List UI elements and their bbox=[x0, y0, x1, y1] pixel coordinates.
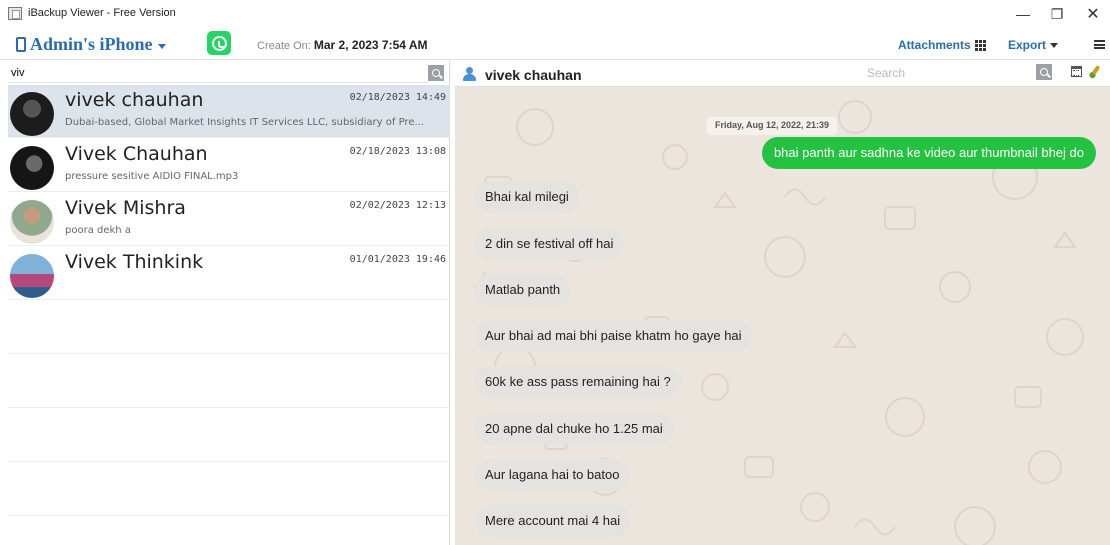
export-button[interactable]: Export bbox=[1008, 38, 1059, 52]
attachments-label: Attachments bbox=[898, 38, 971, 52]
title-bar: iBackup Viewer - Free Version — ❐ ✕ bbox=[0, 0, 1110, 28]
chat-header: vivek chauhan bbox=[455, 61, 1110, 87]
date-separator: Friday, Aug 12, 2022, 21:39 bbox=[707, 117, 838, 135]
phone-icon bbox=[16, 37, 26, 52]
message-incoming: 20 apne dal chuke ho 1.25 mai bbox=[475, 413, 673, 445]
hamburger-menu-icon[interactable] bbox=[1094, 40, 1105, 49]
search-button[interactable] bbox=[428, 65, 444, 81]
create-on-label: Create On: bbox=[257, 40, 311, 52]
contact-row[interactable]: Vivek Mishra 02/02/2023 12:13 poora dekh… bbox=[8, 193, 450, 246]
empty-row bbox=[8, 301, 450, 354]
chat-search-input[interactable] bbox=[863, 64, 1033, 82]
minimize-button[interactable]: — bbox=[1006, 0, 1040, 28]
contact-preview: pressure sesitive AIDIO FINAL.mp3 bbox=[65, 171, 239, 182]
avatar bbox=[10, 92, 54, 136]
contact-date: 02/02/2023 12:13 bbox=[349, 200, 446, 211]
person-icon bbox=[463, 67, 476, 81]
contact-date: 02/18/2023 14:49 bbox=[349, 92, 446, 103]
contact-preview: poora dekh a bbox=[65, 225, 131, 236]
attachments-button[interactable]: Attachments bbox=[898, 38, 986, 52]
maximize-button[interactable]: ❐ bbox=[1040, 0, 1074, 28]
contact-name: Vivek Thinkink bbox=[65, 251, 204, 273]
avatar bbox=[10, 200, 54, 244]
avatar bbox=[10, 254, 54, 298]
chat-contact-name: vivek chauhan bbox=[485, 67, 582, 83]
app-icon bbox=[8, 7, 22, 20]
close-button[interactable]: ✕ bbox=[1076, 0, 1110, 28]
export-label: Export bbox=[1008, 38, 1047, 52]
message-outgoing: bhai panth aur sadhna ke video aur thumb… bbox=[761, 137, 1096, 169]
chevron-down-icon bbox=[1050, 43, 1059, 48]
contact-row[interactable]: Vivek Chauhan 02/18/2023 13:08 pressure … bbox=[8, 139, 450, 192]
contact-search bbox=[8, 63, 450, 83]
device-name: Admin's iPhone bbox=[30, 34, 153, 54]
avatar bbox=[10, 146, 54, 190]
create-on-value: Mar 2, 2023 7:54 AM bbox=[313, 38, 428, 52]
chevron-down-icon bbox=[157, 43, 166, 49]
search-icon bbox=[1040, 68, 1048, 76]
message-incoming: Mere account mai 4 hai bbox=[475, 505, 631, 537]
search-icon bbox=[432, 69, 440, 77]
empty-row bbox=[8, 355, 450, 408]
message-incoming: Aur bhai ad mai bhi paise khatm ho gaye … bbox=[475, 320, 752, 352]
message-incoming: 2 din se festival off hai bbox=[475, 228, 624, 260]
calendar-icon[interactable] bbox=[1071, 66, 1082, 77]
empty-row bbox=[8, 463, 450, 516]
contact-row[interactable]: vivek chauhan 02/18/2023 14:49 Dubai-bas… bbox=[8, 85, 450, 138]
contact-preview: Dubai-based, Global Market Insights IT S… bbox=[65, 117, 425, 128]
whatsapp-icon[interactable] bbox=[207, 31, 231, 55]
chat-search-button[interactable] bbox=[1036, 64, 1052, 80]
contact-name: Vivek Mishra bbox=[65, 197, 186, 219]
contact-date: 02/18/2023 13:08 bbox=[349, 146, 446, 157]
contact-date: 01/01/2023 19:46 bbox=[349, 254, 446, 265]
create-on-info: Create On: Mar 2, 2023 7:54 AM bbox=[257, 38, 428, 52]
toolbar: Admin's iPhone Create On: Mar 2, 2023 7:… bbox=[0, 28, 1110, 60]
contacts-panel: vivek chauhan 02/18/2023 14:49 Dubai-bas… bbox=[8, 61, 450, 545]
chat-panel: vivek chauhan Friday, Aug 12, 2022, 21:3… bbox=[455, 61, 1110, 545]
message-incoming: 60k ke ass pass remaining hai ? bbox=[475, 366, 681, 398]
contact-search-input[interactable] bbox=[8, 63, 428, 83]
empty-row bbox=[8, 409, 450, 462]
message-incoming: Bhai kal milegi bbox=[475, 181, 579, 213]
grid-icon bbox=[974, 39, 986, 51]
contact-name: vivek chauhan bbox=[65, 89, 204, 111]
brush-icon[interactable] bbox=[1089, 65, 1101, 78]
window-title: iBackup Viewer - Free Version bbox=[28, 7, 176, 19]
message-incoming: Matlab panth bbox=[475, 274, 571, 306]
device-selector[interactable]: Admin's iPhone bbox=[16, 34, 166, 55]
message-incoming: Aur lagana hai to batoo bbox=[475, 459, 630, 491]
contact-row[interactable]: Vivek Thinkink 01/01/2023 19:46 bbox=[8, 247, 450, 300]
contact-name: Vivek Chauhan bbox=[65, 143, 208, 165]
